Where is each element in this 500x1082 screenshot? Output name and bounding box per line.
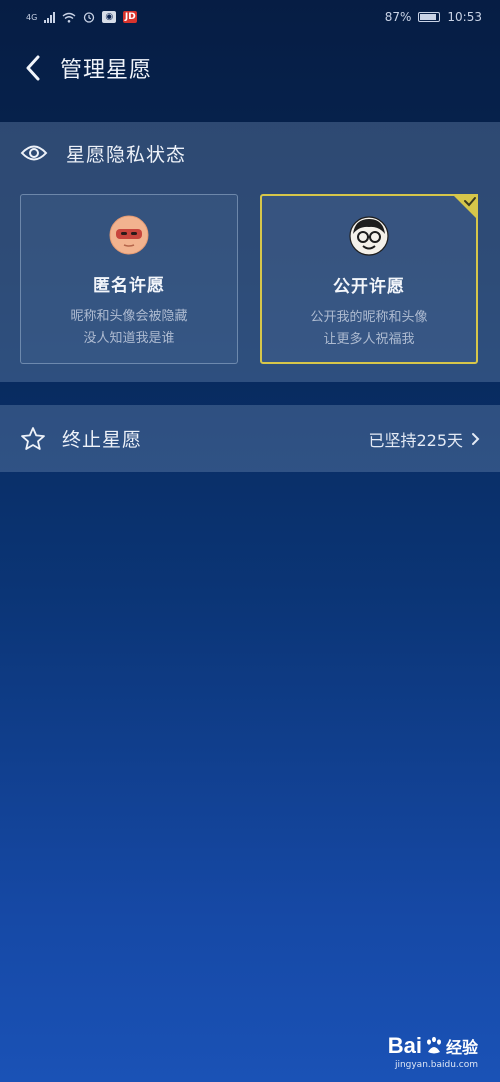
watermark-brand: Bai 经验: [388, 1033, 478, 1059]
public-wish-option[interactable]: 公开许愿 公开我的昵称和头像 让更多人祝福我: [260, 194, 478, 364]
battery-icon: [418, 12, 441, 22]
selected-check-icon: [452, 194, 478, 220]
terminate-wish-row[interactable]: 终止星愿 已坚持225天: [0, 405, 500, 472]
persist-days-text: 已坚持225天: [368, 430, 463, 450]
star-outline-icon: [21, 426, 45, 450]
privacy-status-panel: 星愿隐私状态 匿名许愿 昵称和头像会被隐藏 没人知道我是谁 公开许愿 公开我的昵…: [0, 122, 500, 382]
anonymous-option-title: 匿名许愿: [93, 276, 165, 296]
privacy-section-title: 星愿隐私状态: [66, 143, 187, 166]
anonymous-desc-line2: 没人知道我是谁: [83, 331, 175, 346]
watermark-brand-left: Bai: [387, 1033, 422, 1058]
alarm-icon: [84, 12, 95, 23]
chevron-right-icon: [472, 432, 480, 445]
baidu-jingyan-watermark: Bai 经验 jingyan.baidu.com: [388, 1033, 478, 1070]
chevron-left-icon: [26, 55, 40, 81]
terminate-wish-status: 已坚持225天: [368, 427, 480, 451]
public-desc-line1: 公开我的昵称和头像: [310, 310, 428, 325]
status-left: 4G ◉ JD: [26, 11, 138, 23]
watermark-brand-right: 经验: [445, 1040, 478, 1057]
eye-icon: [20, 145, 48, 161]
masked-avatar-icon: [109, 215, 149, 255]
wifi-icon: [62, 12, 76, 23]
page-title: 管理星愿: [60, 58, 153, 83]
user-avatar-icon: [349, 216, 389, 256]
privacy-section-header: 星愿隐私状态: [20, 138, 186, 168]
app-notification-icon: ◉: [102, 11, 117, 23]
anonymous-option-desc: 昵称和头像会被隐藏 没人知道我是谁: [21, 306, 237, 350]
status-right: 87% 10:53: [385, 10, 482, 24]
public-desc-line2: 让更多人祝福我: [323, 332, 415, 347]
jd-app-icon: JD: [123, 11, 138, 23]
back-button[interactable]: [16, 51, 50, 85]
public-option-desc: 公开我的昵称和头像 让更多人祝福我: [262, 307, 476, 351]
battery-percent: 87%: [384, 10, 412, 24]
terminate-wish-label: 终止星愿: [62, 429, 143, 451]
anonymous-desc-line1: 昵称和头像会被隐藏: [70, 309, 188, 324]
status-bar: 4G ◉ JD 87% 10:53: [0, 0, 500, 34]
network-label: 4G: [26, 12, 38, 22]
app-header: 管理星愿: [0, 40, 500, 96]
clock: 10:53: [447, 10, 482, 24]
public-option-title: 公开许愿: [333, 277, 405, 297]
watermark-url: jingyan.baidu.com: [394, 1060, 478, 1070]
baidu-paw-icon: [426, 1036, 441, 1054]
anonymous-wish-option[interactable]: 匿名许愿 昵称和头像会被隐藏 没人知道我是谁: [20, 194, 238, 364]
signal-icon: [44, 11, 56, 23]
